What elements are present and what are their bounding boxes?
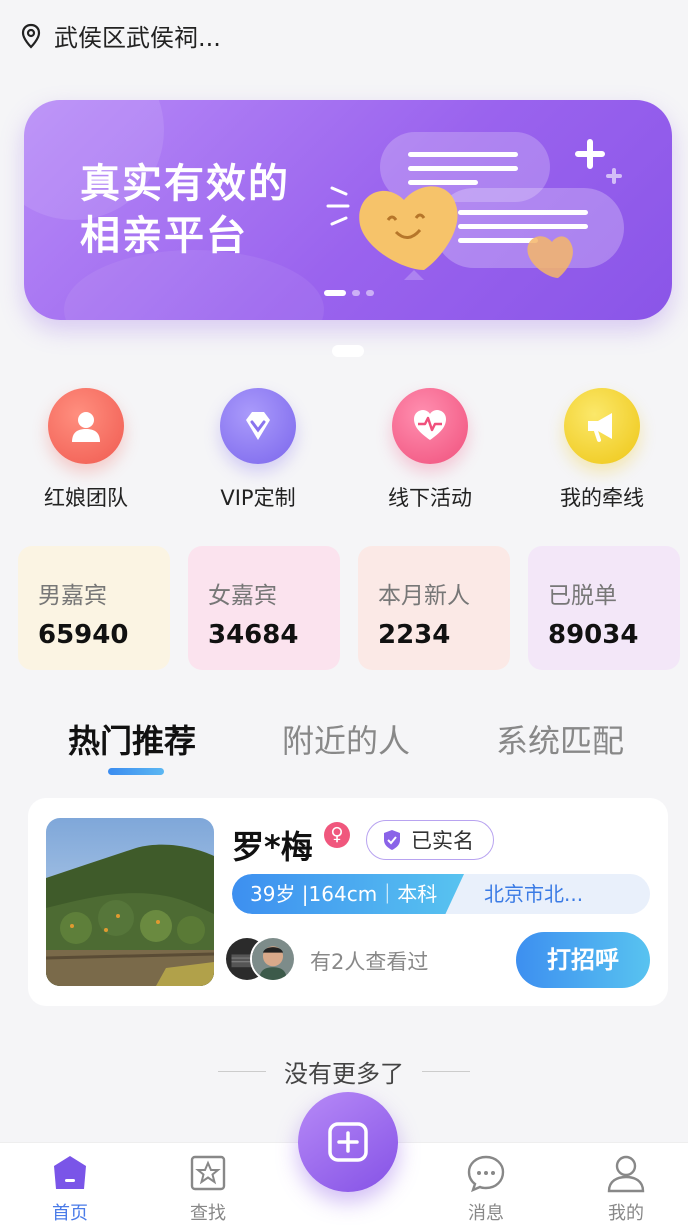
profile-city: 北京市北... <box>484 882 584 906</box>
tabbar-messages[interactable]: 消息 <box>446 1153 526 1225</box>
stat-new-this-month: 本月新人 2234 <box>358 546 510 670</box>
avatar <box>250 936 296 982</box>
stats-row: 男嘉宾 65940 女嘉宾 34684 本月新人 2234 已脱单 89034 <box>18 546 680 670</box>
tab-indicator <box>108 768 164 775</box>
matchmaker-icon <box>48 388 124 464</box>
quick-my-match[interactable]: 我的牵线 <box>516 388 688 512</box>
stat-matched: 已脱单 89034 <box>528 546 680 670</box>
message-icon <box>467 1155 505 1193</box>
tab-hot[interactable]: 热门推荐 <box>68 716 196 762</box>
tab-system-match[interactable]: 系统匹配 <box>496 716 624 762</box>
search-star-icon <box>190 1155 226 1191</box>
stat-male-guests: 男嘉宾 65940 <box>18 546 170 670</box>
quick-actions: 红娘团队 VIP定制 线下活动 我的牵线 <box>0 388 688 512</box>
tabbar-me[interactable]: 我的 <box>586 1153 666 1225</box>
divider <box>422 1071 470 1072</box>
profile-name: 罗*梅 <box>232 828 313 866</box>
megaphone-icon <box>564 388 640 464</box>
promo-banner[interactable]: 真实有效的 相亲平台 <box>24 100 672 320</box>
quick-matchmaker[interactable]: 红娘团队 <box>0 388 172 512</box>
verified-badge: 已实名 <box>366 820 494 860</box>
location-selector[interactable]: 武侯区武侯祠... <box>20 18 221 53</box>
verified-shield-icon <box>384 830 400 850</box>
profile-photo <box>46 818 214 986</box>
user-icon <box>607 1155 645 1193</box>
chat-hearts-illustration <box>326 132 624 280</box>
female-icon: ♀ <box>324 822 350 848</box>
banner-dots <box>324 290 374 296</box>
heart-pulse-icon <box>392 388 468 464</box>
tabbar-home[interactable]: 首页 <box>30 1153 110 1225</box>
divider <box>218 1071 266 1072</box>
publish-button[interactable] <box>298 1092 398 1192</box>
viewed-count: 有2人查看过 <box>310 950 429 974</box>
banner-headline: 真实有效的 相亲平台 <box>80 161 290 259</box>
stat-female-guests: 女嘉宾 34684 <box>188 546 340 670</box>
profile-basic-info: 39岁 |164cm｜本科 <box>232 874 464 914</box>
tabbar-search[interactable]: 查找 <box>168 1153 248 1225</box>
location-text: 武侯区武侯祠... <box>54 24 221 52</box>
location-pin-icon <box>21 23 41 49</box>
tab-nearby[interactable]: 附近的人 <box>282 716 410 762</box>
greet-button[interactable]: 打招呼 <box>516 932 650 988</box>
carousel-indicator <box>332 345 364 357</box>
viewer-avatars <box>224 936 300 982</box>
profile-info-bar: 39岁 |164cm｜本科 北京市北... <box>232 874 650 914</box>
no-more-indicator: 没有更多了 <box>0 1054 688 1089</box>
quick-vip[interactable]: VIP定制 <box>172 388 344 512</box>
diamond-icon <box>220 388 296 464</box>
profile-card[interactable]: 罗*梅 ♀ 已实名 39岁 |164cm｜本科 北京市北... 有2人查看过 打… <box>28 798 668 1006</box>
plus-square-icon <box>328 1122 368 1162</box>
feed-tabs: 热门推荐 附近的人 系统匹配 <box>0 716 688 776</box>
home-icon <box>54 1156 86 1189</box>
quick-offline-events[interactable]: 线下活动 <box>344 388 516 512</box>
